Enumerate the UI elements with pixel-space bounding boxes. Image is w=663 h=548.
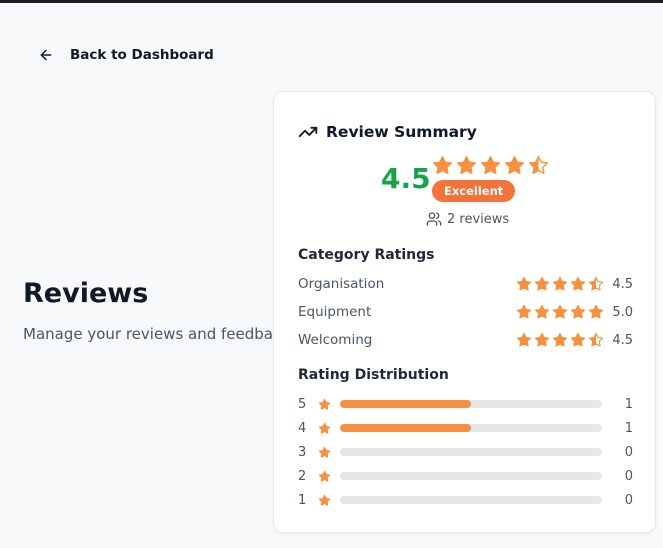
back-to-dashboard-link[interactable]: Back to Dashboard [38, 44, 214, 66]
distribution-bar [340, 472, 602, 480]
star-filled-icon [318, 470, 331, 482]
star-filled-icon [516, 332, 532, 347]
rating-distribution-title: Rating Distribution [298, 367, 449, 383]
distribution-bar [340, 448, 602, 456]
distribution-star-label: 4 [298, 420, 307, 436]
star-filled-icon [433, 156, 452, 175]
distribution-row-3: 3 0 [298, 443, 633, 461]
star-icon [318, 446, 331, 459]
trending-up-icon [298, 126, 318, 138]
category-value: 4.5 [612, 332, 633, 348]
star-icon [318, 398, 331, 411]
category-row-organisation: Organisation 4.5 [298, 274, 633, 294]
star-filled-icon [534, 304, 550, 319]
star-filled-icon [481, 156, 500, 175]
star-filled-icon [552, 332, 568, 347]
star-filled-icon [552, 304, 568, 319]
distribution-bar [340, 424, 602, 432]
distribution-count: 0 [624, 444, 633, 460]
star-icon [318, 494, 331, 507]
star-filled-icon [516, 304, 532, 319]
star-filled-icon [534, 276, 550, 291]
distribution-row-2: 2 0 [298, 467, 633, 485]
star-filled-icon [318, 494, 331, 506]
star-filled-icon [516, 276, 532, 291]
star-filled-icon [534, 332, 550, 347]
star-filled-icon [570, 332, 586, 347]
back-link-label: Back to Dashboard [70, 47, 214, 63]
star-icon [318, 422, 331, 435]
star-filled-icon [570, 304, 586, 319]
distribution-row-4: 4 1 [298, 419, 633, 437]
star-filled-icon [588, 304, 604, 319]
distribution-star-label: 2 [298, 468, 307, 484]
review-summary-card: Review Summary 4.5 Excellent 2 reviews C… [273, 91, 656, 533]
distribution-bar [340, 400, 602, 408]
review-count: 2 reviews [426, 211, 509, 227]
page-subtitle: Manage your reviews and feedback [23, 325, 290, 343]
distribution-count: 0 [624, 492, 633, 508]
category-label: Welcoming [298, 332, 373, 348]
star-filled-icon [505, 156, 524, 175]
star-half-icon [588, 332, 604, 347]
distribution-star-label: 3 [298, 444, 307, 460]
category-ratings-title: Category Ratings [298, 247, 435, 263]
star-half-icon [588, 276, 604, 291]
star-half-icon [529, 156, 548, 175]
overall-score: 4.5 [381, 162, 431, 195]
distribution-count: 0 [624, 468, 633, 484]
review-summary-header: Review Summary [298, 122, 477, 142]
category-row-equipment: Equipment 5.0 [298, 302, 633, 322]
distribution-row-1: 1 0 [298, 491, 633, 509]
arrow-left-icon [40, 49, 52, 61]
category-star-rating [516, 332, 604, 348]
star-filled-icon [318, 398, 331, 410]
star-filled-icon [457, 156, 476, 175]
star-filled-icon [570, 276, 586, 291]
category-star-rating [516, 304, 604, 320]
category-label: Organisation [298, 276, 385, 292]
category-label: Equipment [298, 304, 372, 320]
star-filled-icon [552, 276, 568, 291]
category-star-rating [516, 276, 604, 292]
distribution-bar-fill [340, 400, 471, 408]
distribution-count: 1 [624, 420, 633, 436]
distribution-star-label: 1 [298, 492, 307, 508]
page-title: Reviews [23, 278, 149, 309]
distribution-count: 1 [624, 396, 633, 412]
star-icon [318, 470, 331, 483]
star-filled-icon [318, 422, 331, 434]
rating-badge: Excellent [432, 180, 516, 202]
distribution-bar [340, 496, 602, 504]
users-icon [426, 212, 442, 226]
review-count-label: 2 reviews [447, 211, 510, 227]
category-row-welcoming: Welcoming 4.5 [298, 330, 633, 350]
star-filled-icon [318, 446, 331, 458]
distribution-row-5: 5 1 [298, 395, 633, 413]
category-value: 4.5 [612, 276, 633, 292]
category-value: 5.0 [612, 304, 633, 320]
overall-star-rating [432, 155, 549, 176]
top-bar [0, 0, 663, 3]
review-summary-title: Review Summary [326, 123, 477, 141]
distribution-star-label: 5 [298, 396, 307, 412]
distribution-bar-fill [340, 424, 471, 432]
